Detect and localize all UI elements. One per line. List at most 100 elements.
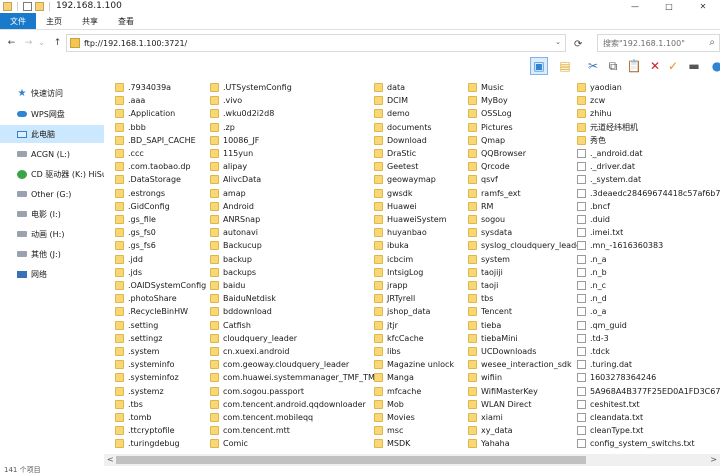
folder-item[interactable]: WifiMasterKey [468, 385, 538, 398]
folder-item[interactable]: .gs_fs0 [115, 226, 156, 239]
folder-item[interactable]: alipay [210, 160, 247, 173]
folder-item[interactable]: .aaa [115, 94, 145, 107]
folder-item[interactable]: .tbs [115, 398, 143, 411]
folder-item[interactable]: .RecycleBinHW [115, 305, 188, 318]
folder-item[interactable]: jshop_data [374, 305, 430, 318]
file-item[interactable]: ._driver.dat [577, 160, 635, 173]
forward-button[interactable]: → [23, 38, 34, 48]
properties-icon[interactable] [23, 1, 32, 11]
folder-item[interactable]: com.tencent.android.qqdownloader [210, 398, 366, 411]
folder-item[interactable]: Backucup [210, 239, 262, 252]
file-item[interactable]: .n_d [577, 292, 607, 305]
file-item[interactable]: ._system.dat [577, 173, 641, 186]
scroll-left-icon[interactable]: < [107, 455, 114, 464]
folder-item[interactable]: com.sogou.passport [210, 385, 304, 398]
folder-item[interactable]: bddownload [210, 305, 272, 318]
file-item[interactable]: .tdck [577, 345, 610, 358]
sidebar-item[interactable]: WPS网盘 [0, 105, 104, 123]
sidebar-item[interactable]: ACGN (L:) [0, 145, 104, 163]
folder-item[interactable]: UCDownloads [468, 345, 536, 358]
folder-item[interactable]: Download [374, 134, 427, 147]
file-item[interactable]: .mn_-1616360383 [577, 239, 663, 252]
folder-item[interactable]: ramfs_ext [468, 187, 521, 200]
view-options-icon[interactable]: ▤ [556, 57, 574, 75]
file-item[interactable]: cleandata.txt [577, 411, 643, 424]
paste-icon[interactable]: 📋 [625, 57, 643, 75]
recent-locations-button[interactable]: ⌄ [36, 38, 47, 48]
folder-item[interactable]: msc [374, 424, 403, 437]
folder-item[interactable]: MSDK [374, 437, 410, 450]
folder-item[interactable]: .zp [210, 121, 235, 134]
folder-item[interactable]: QQBrowser [468, 147, 526, 160]
folder-item[interactable]: .vivo [210, 94, 242, 107]
folder-item[interactable]: OSSLog [468, 107, 512, 120]
folder-item[interactable]: sogou [468, 213, 505, 226]
folder-item[interactable]: huyanbao [374, 226, 427, 239]
folder-item[interactable]: ibuka [374, 239, 409, 252]
folder-item[interactable]: .wku0d2i2d8 [210, 107, 274, 120]
folder-item[interactable]: Qrcode [468, 160, 510, 173]
folder-item[interactable]: Android [210, 200, 254, 213]
checkmark-icon[interactable]: ✓ [664, 57, 682, 75]
folder-item[interactable]: 115yun [210, 147, 253, 160]
folder-item[interactable]: cn.xuexi.android [210, 345, 289, 358]
folder-item[interactable]: Manga [374, 371, 414, 384]
folder-item[interactable]: .estrongs [115, 187, 165, 200]
file-item[interactable]: .n_a [577, 253, 607, 266]
folder-item[interactable]: ANRSnap [210, 213, 260, 226]
folder-item[interactable]: tiebaMini [468, 332, 518, 345]
maximize-button[interactable]: □ [652, 0, 686, 12]
folder-item[interactable]: .settingz [115, 332, 162, 345]
file-item[interactable]: .turing.dat [577, 358, 632, 371]
file-item[interactable]: .n_b [577, 266, 607, 279]
folder-item[interactable]: data [374, 81, 405, 94]
folder-item[interactable]: Mob [374, 398, 404, 411]
file-item[interactable]: ceshitest.txt [577, 398, 640, 411]
file-item[interactable]: .qm_guid [577, 319, 627, 332]
folder-item[interactable]: 元道经纬相机 [577, 121, 638, 134]
scrollbar-thumb[interactable] [116, 456, 586, 464]
file-item[interactable]: cleanType.txt [577, 424, 643, 437]
folder-item[interactable]: Yahaha [468, 437, 510, 450]
folder-item[interactable]: .jdd [115, 253, 143, 266]
folder-item[interactable]: backup [210, 253, 252, 266]
folder-item[interactable]: icbcim [374, 253, 413, 266]
chevron-down-icon[interactable]: ⌄ [555, 38, 561, 46]
folder-item[interactable]: backups [210, 266, 256, 279]
file-item[interactable]: .o_a [577, 305, 606, 318]
folder-item[interactable]: taojiji [468, 266, 503, 279]
folder-item[interactable]: xy_data [468, 424, 513, 437]
folder-item[interactable]: .setting [115, 319, 158, 332]
sidebar-item[interactable]: 此电脑 [0, 125, 104, 143]
new-folder-icon[interactable] [35, 1, 44, 11]
folder-item[interactable]: MyBoy [468, 94, 508, 107]
folder-item[interactable]: Magazine unlock [374, 358, 454, 371]
tab-view[interactable]: 查看 [108, 13, 144, 29]
horizontal-scrollbar[interactable]: < > [104, 454, 720, 466]
search-input[interactable]: 搜索"192.168.1.100" ⌕ [597, 34, 720, 52]
globe-icon[interactable]: ● [708, 57, 720, 75]
address-field[interactable]: ftp://192.168.1.100:3721/ ⌄ [66, 34, 566, 52]
folder-item[interactable]: tbs [468, 292, 493, 305]
folder-item[interactable]: com.geoway.cloudquery_leader [210, 358, 349, 371]
folder-item[interactable]: zcw [577, 94, 605, 107]
folder-item[interactable]: .Application [115, 107, 175, 120]
folder-item[interactable]: wesee_interaction_sdk [468, 358, 572, 371]
folder-item[interactable]: Geetest [374, 160, 418, 173]
file-item[interactable]: .bncf [577, 200, 610, 213]
folder-item[interactable]: Huawei [374, 200, 417, 213]
folder-item[interactable]: .photoShare [115, 292, 177, 305]
folder-item[interactable]: .systeminfoz [115, 371, 179, 384]
folder-item[interactable]: AlivcData [210, 173, 261, 186]
folder-item[interactable]: demo [374, 107, 410, 120]
folder-item[interactable]: .ccc [115, 147, 144, 160]
folder-item[interactable]: .GidConfig [115, 200, 170, 213]
folder-item[interactable]: Catfish [210, 319, 251, 332]
folder-item[interactable]: cloudquery_leader [210, 332, 297, 345]
folder-item[interactable]: .systeminfo [115, 358, 174, 371]
folder-item[interactable]: taoji [468, 279, 498, 292]
file-item[interactable]: config_system_switchs.txt [577, 437, 695, 450]
folder-item[interactable]: .com.taobao.dp [115, 160, 191, 173]
folder-item[interactable]: DraStic [374, 147, 416, 160]
up-button[interactable]: ↑ [52, 38, 63, 48]
